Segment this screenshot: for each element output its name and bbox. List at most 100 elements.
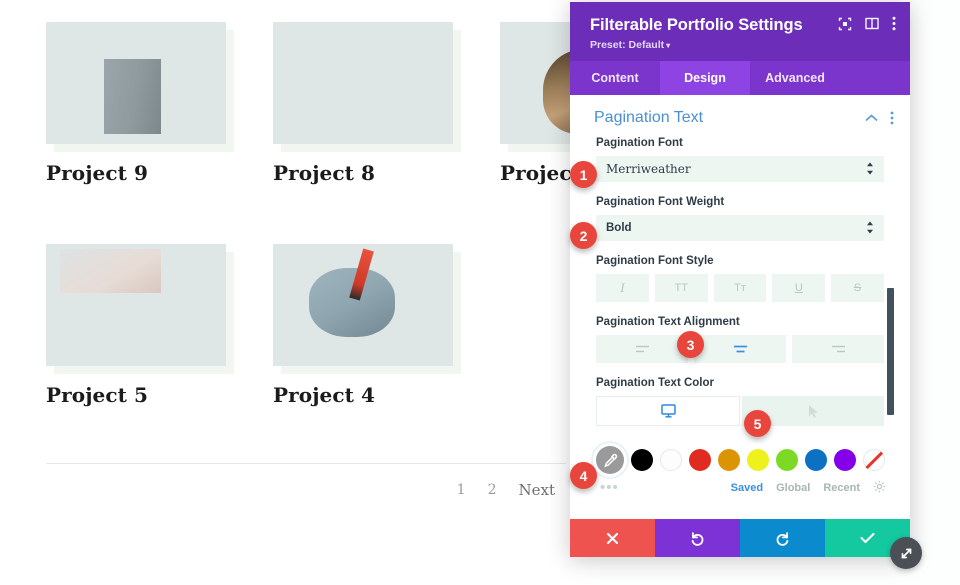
portfolio-image[interactable] <box>273 244 453 366</box>
uppercase-icon[interactable]: TT <box>654 274 708 302</box>
swatch-none[interactable] <box>863 449 885 471</box>
color-tab-global[interactable]: Global <box>776 482 810 494</box>
cancel-button[interactable] <box>570 519 655 557</box>
focus-target-icon[interactable] <box>838 17 852 31</box>
pagination: 1 2 Next <box>46 470 566 510</box>
tab-content[interactable]: Content <box>570 61 660 95</box>
field-pagination-text-alignment: Pagination Text Alignment <box>570 316 910 363</box>
portfolio-item-label: Project 5 <box>46 383 149 407</box>
text-color-row <box>596 396 884 426</box>
small-caps-icon[interactable]: Tᴛ <box>713 274 767 302</box>
field-pagination-text-color: Pagination Text Color <box>570 377 910 426</box>
color-tab-saved[interactable]: Saved <box>731 482 763 494</box>
pagination-next[interactable]: Next <box>508 481 567 499</box>
pagination-font-weight-select[interactable]: Bold <box>596 215 884 241</box>
color-swatch-row <box>570 440 910 474</box>
portfolio-item[interactable]: Project 4 <box>273 244 461 407</box>
portfolio-thumb-wrap <box>46 22 234 152</box>
italic-glyph: I <box>620 280 625 295</box>
field-label: Pagination Text Color <box>596 377 714 389</box>
portfolio-item-label: Project 8 <box>273 161 376 185</box>
portfolio-item-label: Project 9 <box>46 161 149 185</box>
kebab-menu-icon[interactable] <box>892 16 896 31</box>
portfolio-image[interactable] <box>46 244 226 366</box>
portfolio-item[interactable]: Project 8 <box>273 22 461 185</box>
uppercase-glyph: TT <box>674 282 688 294</box>
strikethrough-icon[interactable]: S <box>831 274 884 302</box>
portfolio-item[interactable]: Project 5 <box>46 244 234 407</box>
callout-badge-2: 2 <box>570 222 597 249</box>
pagination-font-select[interactable]: Merriweather <box>596 156 884 182</box>
preset-label: Preset: Default <box>590 39 665 51</box>
section-header-pagination-text[interactable]: Pagination Text <box>570 95 910 137</box>
swatch-orange[interactable] <box>718 449 740 471</box>
spinner-icon <box>866 221 874 235</box>
color-tab-recent[interactable]: Recent <box>823 482 860 494</box>
small-caps-glyph: Tᴛ <box>734 282 746 294</box>
preset-selector[interactable]: Preset: Default ▾ <box>590 39 894 51</box>
portfolio-thumb-wrap <box>273 22 461 152</box>
desktop-icon[interactable] <box>596 396 740 426</box>
undo-button[interactable] <box>655 519 740 557</box>
swatch-purple[interactable] <box>834 449 856 471</box>
chevron-up-icon[interactable] <box>865 111 878 125</box>
callout-badge-3: 3 <box>677 331 704 358</box>
strikethrough-glyph: S <box>853 282 862 294</box>
swatch-blue[interactable] <box>805 449 827 471</box>
font-style-button-group: I TT Tᴛ U S <box>596 274 884 302</box>
callout-badge-4: 4 <box>570 462 597 489</box>
underline-icon[interactable]: U <box>772 274 826 302</box>
field-label: Pagination Font <box>596 137 683 149</box>
swatch-yellow[interactable] <box>747 449 769 471</box>
portfolio-image[interactable] <box>273 22 453 144</box>
portfolio-thumb-wrap <box>273 244 461 374</box>
resize-handle-icon[interactable] <box>890 537 922 569</box>
field-label: Pagination Text Alignment <box>596 316 740 328</box>
spinner-icon <box>866 162 874 176</box>
panel-scrollbar[interactable] <box>887 288 894 415</box>
pagination-page-2[interactable]: 2 <box>477 482 508 498</box>
gear-icon[interactable] <box>873 480 886 496</box>
select-value: Merriweather <box>606 162 691 176</box>
pagination-page-1[interactable]: 1 <box>446 482 477 498</box>
field-pagination-font-style: Pagination Font Style I TT Tᴛ U S <box>570 255 910 302</box>
callout-badge-5: 5 <box>744 410 771 437</box>
tab-design[interactable]: Design <box>660 61 750 95</box>
modal-header: Filterable Portfolio Settings Preset: De… <box>570 2 910 61</box>
settings-modal: Filterable Portfolio Settings Preset: De… <box>570 2 922 569</box>
portfolio-item[interactable]: Project 9 <box>46 22 234 185</box>
align-center-icon[interactable] <box>694 335 786 363</box>
portfolio-grid: Project 9 Project 8 Project 7 Project 5 <box>0 0 688 585</box>
portfolio-item-label: Project 4 <box>273 383 376 407</box>
section-title: Pagination Text <box>594 109 704 126</box>
text-alignment-button-group <box>596 335 884 363</box>
field-pagination-font-weight: Pagination Font Weight Bold <box>570 196 910 241</box>
screen: Project 9 Project 8 Project 7 Project 5 <box>0 0 960 585</box>
portfolio-image[interactable] <box>46 22 226 144</box>
underline-glyph: U <box>794 282 803 294</box>
eyedropper-icon[interactable] <box>596 446 624 474</box>
field-label: Pagination Font Weight <box>596 196 725 208</box>
settings-panel-body: Pagination Text Pagination Font Merriwea… <box>570 95 910 519</box>
swatch-green[interactable] <box>776 449 798 471</box>
portfolio-thumb-wrap <box>46 244 234 374</box>
field-label: Pagination Font Style <box>596 255 714 267</box>
align-right-icon[interactable] <box>792 335 884 363</box>
layout-columns-icon[interactable] <box>865 17 879 30</box>
color-picker-meta-row: ••• Saved Global Recent <box>570 474 910 496</box>
italic-icon[interactable]: I <box>596 274 649 302</box>
tab-advanced[interactable]: Advanced <box>750 61 840 95</box>
redo-button[interactable] <box>740 519 825 557</box>
align-left-icon[interactable] <box>596 335 688 363</box>
modal-header-icons <box>838 16 896 31</box>
swatch-black[interactable] <box>631 449 653 471</box>
modal-tabs: Content Design Advanced <box>570 61 910 95</box>
swatch-white[interactable] <box>660 449 682 471</box>
kebab-menu-icon[interactable] <box>890 111 894 125</box>
modal-action-bar <box>570 519 910 557</box>
select-value: Bold <box>606 222 632 234</box>
callout-badge-1: 1 <box>570 161 597 188</box>
chevron-down-icon: ▾ <box>666 41 671 50</box>
more-swatches-icon[interactable]: ••• <box>600 480 718 495</box>
swatch-red[interactable] <box>689 449 711 471</box>
